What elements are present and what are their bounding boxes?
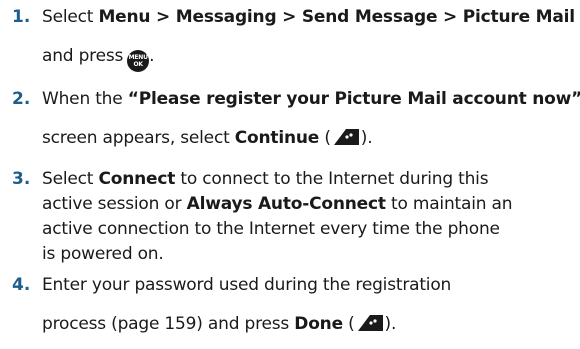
option-label: Continue bbox=[234, 128, 320, 148]
left-softkey-icon bbox=[356, 313, 384, 338]
step-3-line-1: Select Connect to connect to the Interne… bbox=[42, 169, 489, 189]
step-4-line-2: process (page 159) and press Done (). bbox=[42, 313, 396, 338]
step-2-line-2: screen appears, select Continue (). bbox=[42, 127, 373, 152]
text: to connect to the Internet during this bbox=[175, 169, 489, 189]
step-number: 3. bbox=[12, 169, 31, 189]
step-number: 1. bbox=[12, 7, 31, 27]
step-2-line-1: When the “Please register your Picture M… bbox=[42, 89, 580, 109]
text: active session or bbox=[42, 194, 187, 214]
text: When the bbox=[42, 89, 128, 109]
step-4-line-1: Enter your password used during the regi… bbox=[42, 275, 452, 295]
step-number: 2. bbox=[12, 89, 31, 109]
text: ( bbox=[342, 314, 355, 334]
left-softkey-icon bbox=[332, 127, 360, 152]
step-3-line-2: active session or Always Auto-Connect to… bbox=[42, 194, 513, 214]
text: Select bbox=[42, 169, 99, 189]
text: and press bbox=[42, 46, 124, 66]
option-label: Connect bbox=[98, 169, 176, 189]
option-label: Always Auto-Connect bbox=[186, 194, 386, 214]
text: to maintain an bbox=[385, 194, 513, 214]
text: ). bbox=[384, 314, 397, 334]
step-number: 4. bbox=[12, 275, 31, 295]
text: screen appears, select bbox=[42, 128, 235, 148]
step-3-line-3: active connection to the Internet every … bbox=[42, 219, 500, 239]
menu-path: Menu > Messaging > Send Message > Pictur… bbox=[98, 7, 575, 27]
screen-title: “Please register your Picture Mail accou… bbox=[127, 89, 580, 109]
text: . bbox=[149, 46, 155, 66]
step-1-line-1: Select Menu > Messaging > Send Message >… bbox=[42, 7, 575, 27]
option-label: Done bbox=[294, 314, 343, 334]
menu-ok-key-icon: MENU OK bbox=[127, 50, 150, 72]
text: ( bbox=[319, 128, 331, 148]
step-3-line-4: is powered on. bbox=[42, 244, 164, 264]
text: ). bbox=[360, 128, 373, 148]
step-1-line-2: and press MENU OK. bbox=[42, 46, 155, 72]
text: process (page 159) and press bbox=[42, 314, 295, 334]
text: Select bbox=[42, 7, 99, 27]
